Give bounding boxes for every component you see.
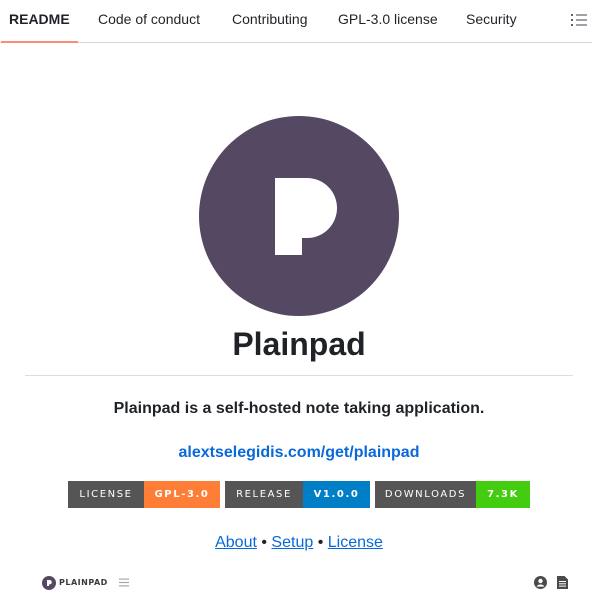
menu-icon [119, 578, 129, 587]
license-badge[interactable]: LICENSE GPL-3.0 [68, 481, 220, 508]
title-divider [25, 375, 573, 376]
list-unordered-icon[interactable] [571, 13, 587, 27]
project-title: Plainpad [232, 326, 366, 362]
link-separator: • [261, 534, 267, 551]
badge-value: V1.0.0 [303, 481, 370, 508]
project-website-link[interactable]: alextselegidis.com/get/plainpad [0, 444, 592, 462]
badge-label: RELEASE [225, 481, 303, 508]
active-tab-indicator [1, 41, 78, 43]
readme-tab-bar: README Code of conduct Contributing GPL-… [0, 0, 592, 43]
tab-readme[interactable]: README [9, 0, 70, 43]
readme-links: About • Setup • License [0, 534, 592, 552]
preview-brand: PLAINPAD [59, 578, 108, 587]
setup-link[interactable]: Setup [271, 534, 313, 551]
badge-label: LICENSE [68, 481, 144, 508]
user-icon [534, 576, 547, 589]
project-tagline: Plainpad is a self-hosted note taking ap… [113, 400, 485, 417]
tab-code-of-conduct[interactable]: Code of conduct [98, 0, 200, 43]
plainpad-logo [199, 116, 399, 316]
tab-contributing[interactable]: Contributing [232, 0, 308, 43]
plainpad-logo-icon [275, 178, 337, 255]
plainpad-logo-icon [42, 576, 56, 590]
downloads-badge[interactable]: DOWNLOADS 7.3K [375, 481, 530, 508]
badge-value: 7.3K [476, 481, 530, 508]
document-icon [557, 576, 568, 589]
badge-label: DOWNLOADS [375, 481, 476, 508]
link-separator: • [317, 534, 324, 551]
license-link[interactable]: License [328, 534, 383, 551]
release-badge[interactable]: RELEASE V1.0.0 [225, 481, 370, 508]
about-link[interactable]: About [215, 534, 257, 551]
tab-security[interactable]: Security [466, 0, 517, 43]
badge-value: GPL-3.0 [144, 481, 220, 508]
tab-license[interactable]: GPL-3.0 license [338, 0, 438, 43]
